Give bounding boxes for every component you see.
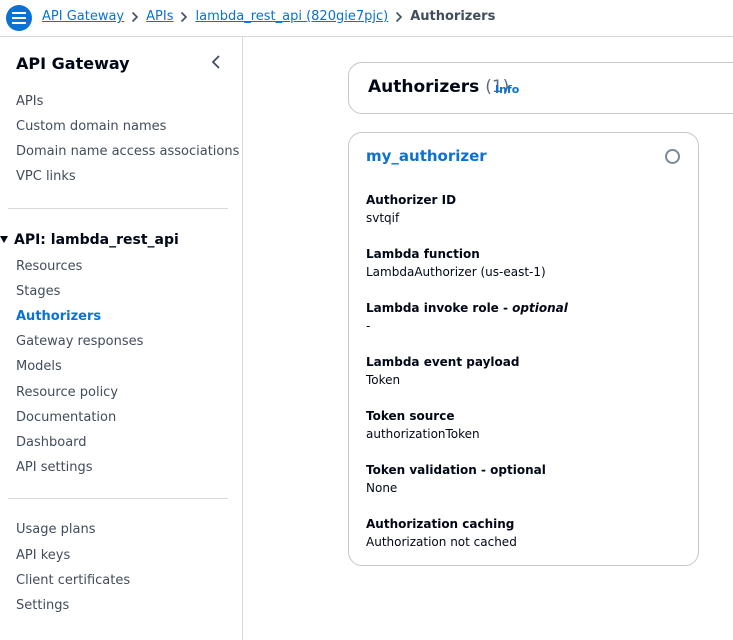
sidebar-item-resources[interactable]: Resources [16, 259, 82, 274]
top-bar: API Gateway APIs lambda_rest_api (820gie… [0, 0, 733, 37]
breadcrumb-api-gateway[interactable]: API Gateway [42, 9, 124, 24]
breadcrumb-current: Authorizers [410, 9, 496, 24]
sidebar-divider [8, 498, 228, 499]
sidebar-item-vpc-links[interactable]: VPC links [16, 169, 76, 184]
collapse-sidebar-icon[interactable] [209, 54, 223, 70]
chevron-right-icon [124, 11, 146, 23]
field-lambda-event-payload: Lambda event payload Token [366, 353, 686, 389]
field-value: LambdaAuthorizer (us-east-1) [366, 265, 546, 279]
field-label: Authorizer ID [366, 193, 457, 207]
sidebar-item-settings[interactable]: Settings [16, 598, 69, 613]
sidebar-divider [8, 208, 228, 209]
sidebar-item-documentation[interactable]: Documentation [16, 410, 116, 425]
sidebar-item-api-settings[interactable]: API settings [16, 460, 93, 475]
field-label: Lambda event payload [366, 355, 520, 369]
authorizer-card[interactable]: my_authorizer Authorizer ID svtqif Lambd… [348, 132, 699, 566]
sidebar-item-domain-name-access-associations[interactable]: Domain name access associations [16, 144, 239, 159]
sidebar-title: API Gateway [16, 54, 130, 73]
sidebar-item-resource-policy[interactable]: Resource policy [16, 385, 118, 400]
breadcrumb: API Gateway APIs lambda_rest_api (820gie… [42, 9, 495, 24]
breadcrumb-apis[interactable]: APIs [146, 9, 173, 24]
sidebar-item-authorizers[interactable]: Authorizers [16, 309, 101, 324]
sidebar-section-api[interactable]: API: lambda_rest_api [0, 232, 179, 248]
field-label: Token validation - optional [366, 463, 546, 477]
sidebar-item-client-certificates[interactable]: Client certificates [16, 573, 130, 588]
field-label-optional: optional [512, 301, 568, 315]
sidebar-item-custom-domain-names[interactable]: Custom domain names [16, 119, 166, 134]
field-token-validation: Token validation - optional None [366, 461, 686, 497]
field-label: Authorization caching [366, 517, 515, 531]
field-label: Lambda function [366, 247, 480, 261]
field-value: Token [366, 373, 401, 387]
sidebar-item-usage-plans[interactable]: Usage plans [16, 522, 95, 537]
field-value: svtqif [366, 211, 400, 225]
field-value: Authorization not cached [366, 535, 517, 549]
field-lambda-invoke-role: Lambda invoke role - optional - [366, 299, 686, 335]
authorizers-header-card: Authorizers (1) Info [348, 62, 733, 114]
field-value: - [366, 319, 371, 333]
menu-icon[interactable] [6, 5, 32, 31]
info-link[interactable]: Info [495, 83, 519, 96]
chevron-right-icon [173, 11, 195, 23]
field-label: Token source [366, 409, 455, 423]
sidebar-section-title: API: lambda_rest_api [14, 232, 179, 248]
sidebar-item-dashboard[interactable]: Dashboard [16, 435, 87, 450]
sidebar-item-gateway-responses[interactable]: Gateway responses [16, 334, 143, 349]
breadcrumb-api[interactable]: lambda_rest_api (820gie7pjc) [195, 9, 388, 24]
field-lambda-function: Lambda function LambdaAuthorizer (us-eas… [366, 245, 686, 281]
authorizer-name-link[interactable]: my_authorizer [366, 147, 487, 165]
caret-down-icon [0, 236, 8, 243]
field-value: authorizationToken [366, 427, 480, 441]
field-authorizer-id: Authorizer ID svtqif [366, 191, 686, 227]
page-title-text: Authorizers [368, 77, 480, 97]
sidebar-item-models[interactable]: Models [16, 359, 62, 374]
sidebar: API Gateway APIs Custom domain names Dom… [0, 37, 243, 640]
sidebar-item-api-keys[interactable]: API keys [16, 548, 70, 563]
sidebar-item-apis[interactable]: APIs [16, 94, 43, 109]
field-label: Lambda invoke role - optional [366, 299, 686, 317]
field-token-source: Token source authorizationToken [366, 407, 686, 443]
sidebar-item-stages[interactable]: Stages [16, 284, 60, 299]
page-title: Authorizers (1) [368, 77, 509, 97]
field-value: None [366, 481, 398, 495]
field-label-text: Lambda invoke role - [366, 301, 513, 315]
authorizer-select-radio[interactable] [665, 149, 680, 164]
field-authorization-caching: Authorization caching Authorization not … [366, 515, 686, 551]
chevron-right-icon [388, 11, 410, 23]
